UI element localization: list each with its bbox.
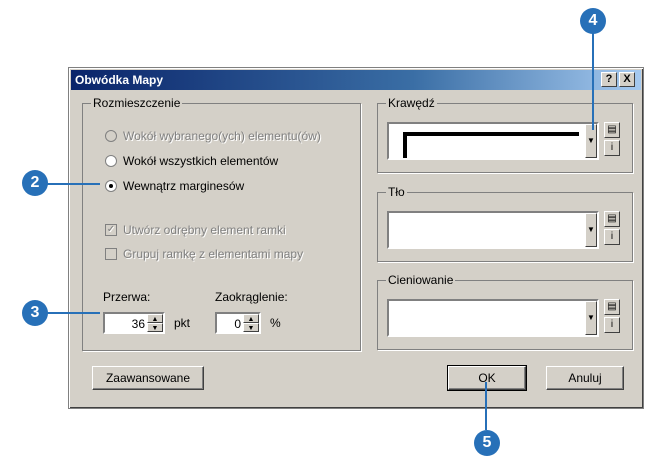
ok-button[interactable]: OK xyxy=(447,365,527,391)
symbol-selector-icon[interactable]: ▤ xyxy=(604,122,620,138)
background-group: Tło ▼ ▤ i xyxy=(377,185,633,262)
properties-icon[interactable]: i xyxy=(604,229,620,245)
checkbox-icon xyxy=(105,248,117,260)
radio-label: Wewnątrz marginesów xyxy=(123,179,245,193)
properties-icon[interactable]: i xyxy=(604,317,620,333)
title-bar[interactable]: Obwódka Mapy ? X xyxy=(71,70,641,90)
border-symbol-field[interactable]: ▼ xyxy=(387,122,599,160)
rounding-unit: % xyxy=(270,316,281,330)
checkbox-label: Utwórz odrębny element ramki xyxy=(123,223,286,237)
callout-5-line xyxy=(485,382,487,430)
symbol-selector-icon[interactable]: ▤ xyxy=(604,299,620,315)
placement-group: Rozmieszczenie Wokół wybranego(ych) elem… xyxy=(82,96,361,351)
callout-2: 2 xyxy=(22,170,48,196)
radio-icon[interactable] xyxy=(105,155,117,167)
radio-label: Wokół wszystkich elementów xyxy=(123,154,279,168)
help-button[interactable]: ? xyxy=(601,72,617,87)
checkbox-separate-frame: ✓ Utwórz odrębny element ramki xyxy=(105,222,286,238)
placement-legend: Rozmieszczenie xyxy=(91,96,183,110)
gap-value: 36 xyxy=(131,317,145,331)
symbol-selector-icon[interactable]: ▤ xyxy=(604,211,620,227)
cancel-button[interactable]: Anuluj xyxy=(546,366,624,390)
shadow-group: Cieniowanie ▼ ▤ i xyxy=(377,273,633,350)
radio-icon[interactable] xyxy=(105,180,117,192)
dropdown-arrow-icon[interactable]: ▼ xyxy=(585,213,597,247)
checkbox-label: Grupuj ramkę z elementami mapy xyxy=(123,247,304,261)
close-button[interactable]: X xyxy=(619,72,635,87)
callout-2-line xyxy=(40,183,100,185)
border-group: Krawędź ▼ ▤ i xyxy=(377,96,633,173)
rounding-label: Zaokrąglenie: xyxy=(215,290,288,304)
shadow-symbol-field[interactable]: ▼ xyxy=(387,299,599,337)
border-legend: Krawędź xyxy=(386,96,437,110)
checkbox-group-frame: Grupuj ramkę z elementami mapy xyxy=(105,246,303,262)
gap-label: Przerwa: xyxy=(103,290,151,304)
callout-4: 4 xyxy=(580,8,606,34)
advanced-button[interactable]: Zaawansowane xyxy=(92,366,204,390)
radio-icon xyxy=(105,130,117,142)
callout-4-line xyxy=(592,30,594,130)
callout-5: 5 xyxy=(474,430,500,456)
rounding-value: 0 xyxy=(234,317,241,331)
background-symbol-field[interactable]: ▼ xyxy=(387,211,599,249)
spin-up-icon[interactable]: ▲ xyxy=(147,314,163,323)
dropdown-arrow-icon[interactable]: ▼ xyxy=(585,301,597,335)
gap-unit: pkt xyxy=(174,316,191,330)
background-legend: Tło xyxy=(386,185,407,199)
rounding-spinner[interactable]: 0 ▲ ▼ xyxy=(215,312,261,334)
properties-icon[interactable]: i xyxy=(604,140,620,156)
radio-inside-margins[interactable]: Wewnątrz marginesów xyxy=(105,178,244,194)
callout-3-line xyxy=(40,312,100,314)
spin-up-icon[interactable]: ▲ xyxy=(243,314,259,323)
border-preview xyxy=(403,132,579,158)
radio-around-selected: Wokół wybranego(ych) elementu(ów) xyxy=(105,128,321,144)
spin-down-icon[interactable]: ▼ xyxy=(147,323,163,332)
radio-label: Wokół wybranego(ych) elementu(ów) xyxy=(123,129,321,143)
dialog-title: Obwódka Mapy xyxy=(75,73,164,87)
gap-spinner[interactable]: 36 ▲ ▼ xyxy=(103,312,165,334)
shadow-legend: Cieniowanie xyxy=(386,273,456,287)
dropdown-arrow-icon[interactable]: ▼ xyxy=(585,124,597,158)
radio-around-all[interactable]: Wokół wszystkich elementów xyxy=(105,153,278,169)
callout-3: 3 xyxy=(22,300,48,326)
checkbox-icon: ✓ xyxy=(105,224,117,236)
border-dialog: Obwódka Mapy ? X Rozmieszczenie Wokół wy… xyxy=(68,67,644,409)
spin-down-icon[interactable]: ▼ xyxy=(243,323,259,332)
